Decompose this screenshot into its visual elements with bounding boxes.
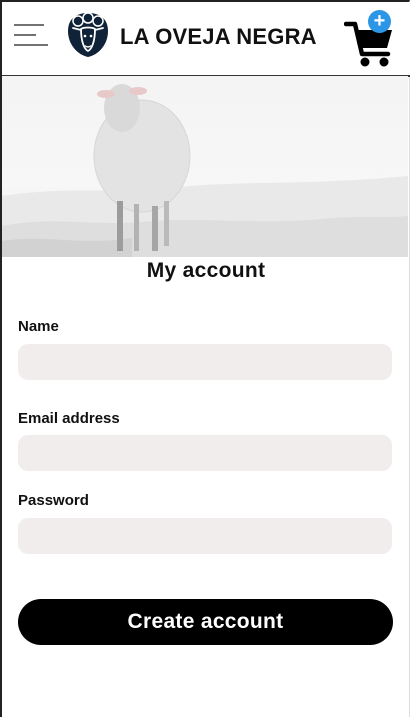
page-title: My account (146, 259, 266, 282)
name-label: Name (18, 318, 59, 335)
sheep-logo-icon (68, 12, 108, 57)
create-account-button[interactable]: Create account (18, 599, 393, 645)
email-field[interactable] (18, 435, 392, 471)
password-field[interactable] (18, 518, 392, 554)
site-header: LA OVEJA NEGRA + (2, 2, 410, 77)
menu-button[interactable] (14, 24, 48, 48)
email-label: Email address (18, 410, 120, 427)
brand-name: LA OVEJA NEGRA (120, 24, 317, 49)
password-label: Password (18, 492, 89, 509)
hero-image (2, 76, 408, 257)
cart-badge: + (368, 10, 391, 33)
hamburger-icon (14, 24, 48, 46)
app-frame: LA OVEJA NEGRA + My account Name Email a… (0, 0, 410, 717)
name-field[interactable] (18, 344, 392, 380)
sheep-photo (2, 76, 408, 257)
